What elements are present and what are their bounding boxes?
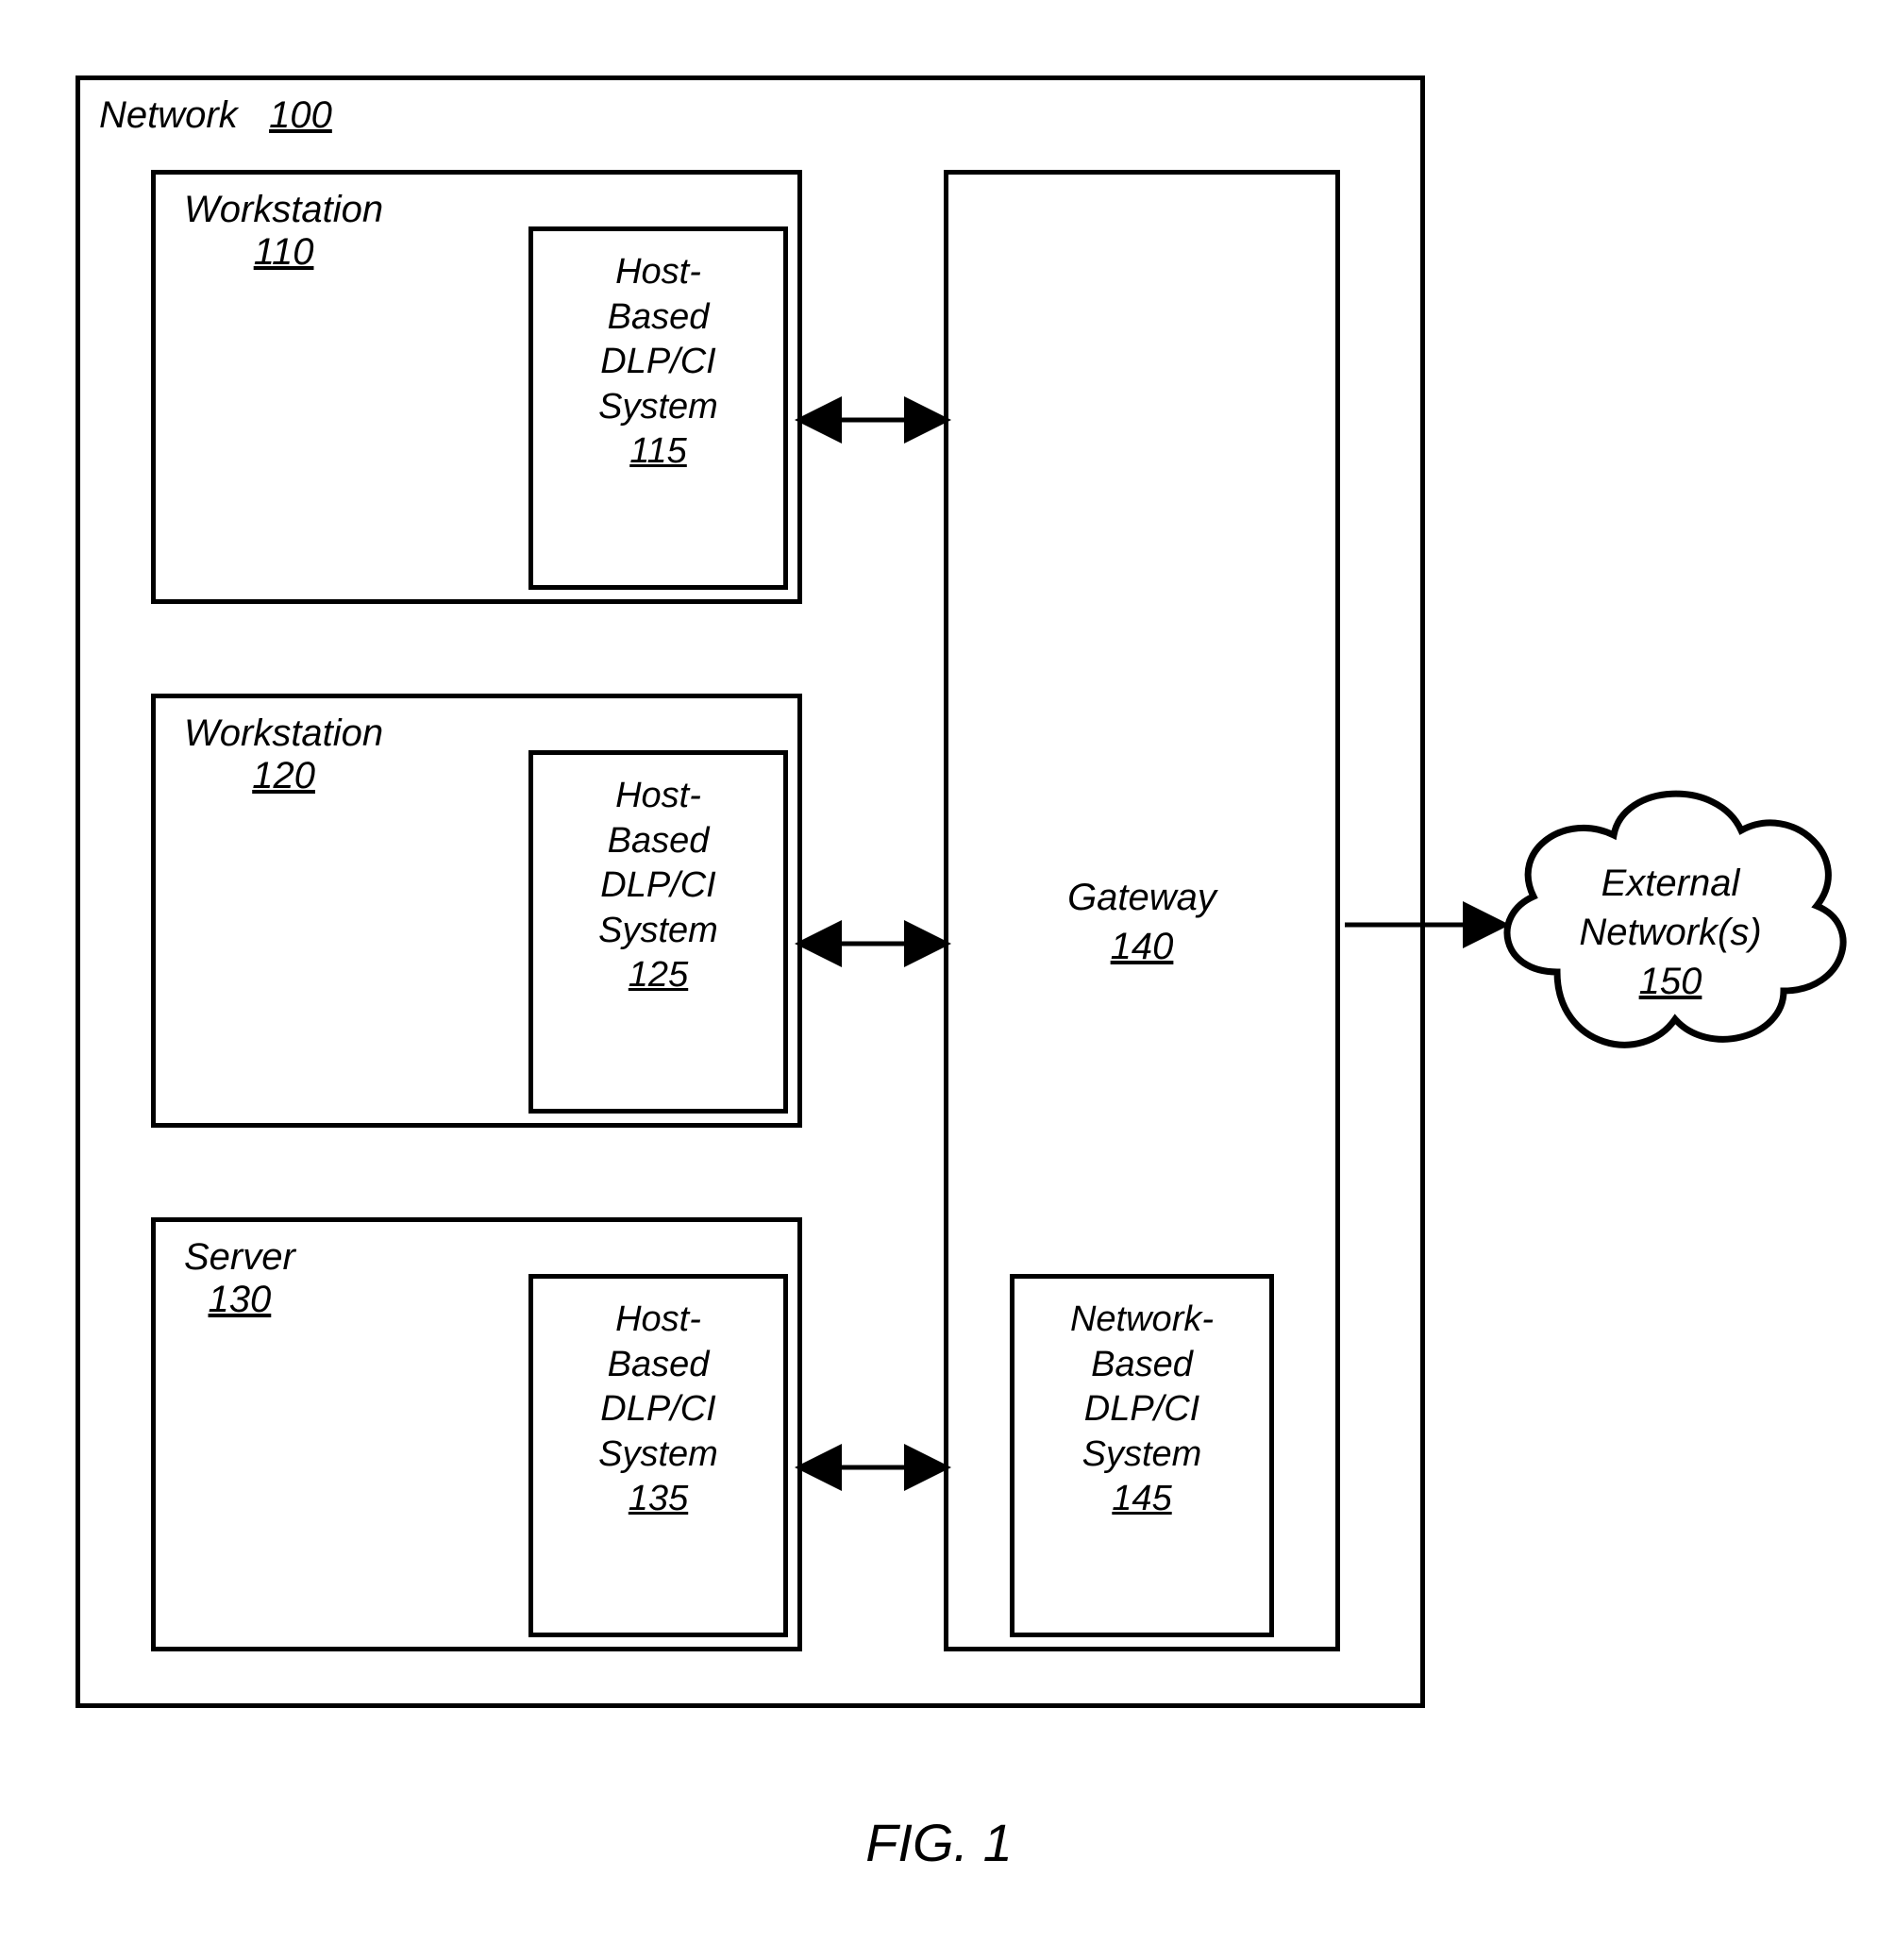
gateway-sys-num: 145 bbox=[1014, 1477, 1269, 1522]
caption-text: FIG. 1 bbox=[865, 1813, 1013, 1872]
external-num: 150 bbox=[1496, 957, 1845, 1006]
host2-title: Server bbox=[184, 1236, 295, 1279]
host2-sys-num: 135 bbox=[533, 1477, 783, 1522]
server-130-label: Server 130 bbox=[184, 1236, 295, 1321]
host-dlp-135-box: Host- Based DLP/CI System 135 bbox=[528, 1274, 788, 1637]
host1-num: 120 bbox=[184, 755, 383, 797]
arrow-gateway-external bbox=[1340, 906, 1505, 944]
gateway-box: Gateway 140 Network- Based DLP/CI System… bbox=[944, 170, 1340, 1651]
workstation-120-label: Workstation 120 bbox=[184, 712, 383, 797]
network-title: Network bbox=[99, 94, 238, 136]
arrow-ws120-gateway bbox=[802, 925, 944, 963]
diagram-root: Network 100 Workstation 110 Host- Based … bbox=[38, 38, 1840, 1922]
host0-sys-line4: System bbox=[533, 385, 783, 430]
host0-sys-line2: Based bbox=[533, 295, 783, 341]
host-dlp-125-box: Host- Based DLP/CI System 125 bbox=[528, 750, 788, 1114]
figure-caption: FIG. 1 bbox=[38, 1812, 1840, 1873]
host0-sys-line1: Host- bbox=[533, 250, 783, 295]
network-dlp-145-box: Network- Based DLP/CI System 145 bbox=[1010, 1274, 1274, 1637]
host0-title: Workstation bbox=[184, 189, 383, 231]
host-dlp-135-label: Host- Based DLP/CI System 135 bbox=[533, 1279, 783, 1522]
arrow-ws110-gateway bbox=[802, 401, 944, 439]
network-num: 100 bbox=[269, 94, 332, 136]
host-dlp-115-label: Host- Based DLP/CI System 115 bbox=[533, 231, 783, 475]
host0-sys-num: 115 bbox=[533, 429, 783, 475]
workstation-120-box: Workstation 120 Host- Based DLP/CI Syste… bbox=[151, 694, 802, 1128]
workstation-110-box: Workstation 110 Host- Based DLP/CI Syste… bbox=[151, 170, 802, 604]
network-dlp-145-label: Network- Based DLP/CI System 145 bbox=[1014, 1279, 1269, 1522]
host1-sys-num: 125 bbox=[533, 953, 783, 998]
network-label: Network 100 bbox=[99, 94, 332, 137]
host-dlp-125-label: Host- Based DLP/CI System 125 bbox=[533, 755, 783, 998]
host2-num: 130 bbox=[184, 1279, 295, 1321]
gateway-label: Gateway 140 bbox=[948, 873, 1335, 971]
external-network-label: External Network(s) 150 bbox=[1496, 859, 1845, 1006]
gateway-title: Gateway bbox=[948, 873, 1335, 922]
workstation-110-label: Workstation 110 bbox=[184, 189, 383, 274]
host0-sys-line3: DLP/CI bbox=[533, 340, 783, 385]
gateway-num: 140 bbox=[948, 922, 1335, 971]
host-dlp-115-box: Host- Based DLP/CI System 115 bbox=[528, 226, 788, 590]
host1-title: Workstation bbox=[184, 712, 383, 755]
arrow-server130-gateway bbox=[802, 1449, 944, 1486]
server-130-box: Server 130 Host- Based DLP/CI System 135 bbox=[151, 1217, 802, 1651]
host0-num: 110 bbox=[184, 231, 383, 274]
